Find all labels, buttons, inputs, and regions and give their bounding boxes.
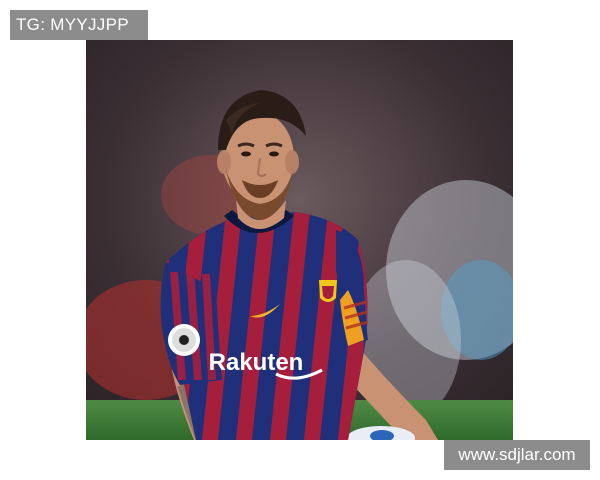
- tg-watermark-badge: TG: MYYJJPP: [10, 10, 148, 40]
- site-watermark-badge: www.sdjlar.com: [444, 440, 590, 470]
- player-photo-illustration: Rakuten: [86, 40, 513, 440]
- jersey-sponsor-text: Rakuten: [209, 349, 304, 376]
- player-photo: Rakuten: [86, 40, 513, 440]
